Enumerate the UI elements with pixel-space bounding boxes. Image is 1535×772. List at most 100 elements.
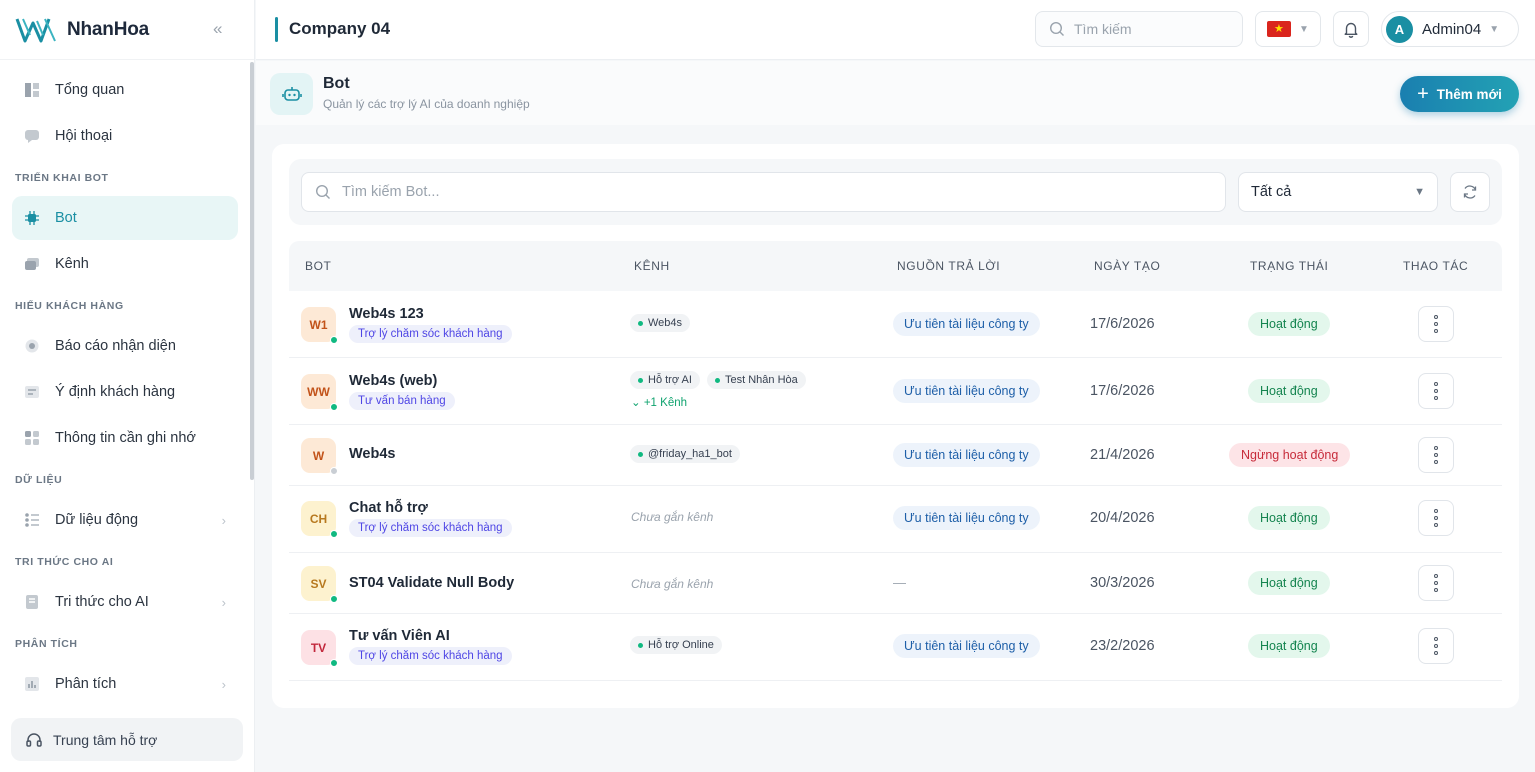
kebab-dot-icon — [1434, 329, 1438, 333]
bot-avatar: SV — [301, 566, 338, 603]
row-actions-button[interactable] — [1418, 306, 1454, 342]
bot-name[interactable]: Web4s (web) — [349, 373, 437, 389]
column-header-bot: BOT — [305, 259, 332, 273]
status-badge: Hoạt động — [1248, 312, 1330, 336]
bot-initials: W — [312, 448, 325, 463]
bot-initials: W1 — [309, 317, 328, 332]
double-chevron-left-icon[interactable]: « — [213, 19, 222, 39]
bot-initials: CH — [309, 511, 328, 526]
channel-chip: @friday_ha1_bot — [630, 445, 740, 463]
sidebar-nav: Tổng quan Hội thoại TRIỂN KHAI BOT Bot K… — [0, 68, 250, 708]
created-date: 30/3/2026 — [1090, 575, 1155, 591]
table-row[interactable]: SV ST04 Validate Null Body Chưa gắn kênh… — [289, 553, 1502, 614]
user-menu[interactable]: A Admin04 ▼ — [1381, 11, 1519, 47]
chevron-right-icon: › — [221, 512, 226, 528]
sidebar-item-kenh[interactable]: Kênh — [12, 242, 238, 286]
channel-status-dot — [638, 320, 643, 326]
support-center-button[interactable]: Trung tâm hỗ trợ — [11, 718, 243, 761]
bot-avatar: TV — [301, 630, 338, 667]
sidebar-item-label: Dữ liệu động — [55, 512, 139, 528]
global-search-input[interactable]: Tìm kiếm — [1035, 11, 1243, 47]
more-channels-toggle[interactable]: ⌄ +1 Kênh — [631, 395, 687, 409]
user-name: Admin04 — [1422, 20, 1482, 38]
bot-name[interactable]: Web4s 123 — [349, 306, 424, 322]
bot-search-input[interactable]: Tìm kiếm Bot... — [301, 172, 1226, 212]
sidebar-item-bot[interactable]: Bot — [12, 196, 238, 240]
row-actions-button[interactable] — [1418, 565, 1454, 601]
no-source-dash: — — [893, 575, 906, 590]
chevron-right-icon: › — [221, 676, 226, 692]
page-header: Bot Quản lý các trợ lý AI của doanh nghi… — [256, 61, 1535, 125]
headset-icon — [26, 732, 42, 747]
table-row[interactable]: W1 Web4s 123 Trợ lý chăm sóc khách hàng … — [289, 291, 1502, 358]
bot-name[interactable]: Chat hỗ trợ — [349, 500, 428, 516]
channel-chip: Web4s — [630, 314, 691, 332]
created-date: 20/4/2026 — [1090, 510, 1155, 526]
column-header-nguon: NGUỒN TRẢ LỜI — [897, 259, 1001, 273]
sidebar-item-tri-thuc-cho-ai[interactable]: Tri thức cho AI › — [12, 580, 238, 624]
status-filter-select[interactable]: Tất cả ▼ — [1238, 172, 1438, 212]
notification-button[interactable] — [1333, 11, 1369, 47]
table-row[interactable]: W Web4s @friday_ha1_bot Ưu tiên tài liệu… — [289, 425, 1502, 486]
channel-label: Web4s — [648, 317, 683, 329]
channel-icon — [24, 256, 40, 272]
vietnam-flag-icon — [1267, 21, 1291, 37]
add-new-button[interactable]: + Thêm mới — [1400, 76, 1519, 112]
sidebar-item-label: Tổng quan — [55, 82, 125, 98]
sidebar-item-label: Báo cáo nhận diện — [55, 338, 176, 354]
bot-list-card: Tìm kiếm Bot... Tất cả ▼ BOT KÊNH NGUỒN … — [272, 144, 1519, 708]
plus-icon: + — [1417, 83, 1429, 105]
sidebar-item-label: Tri thức cho AI — [55, 594, 149, 610]
bot-avatar: CH — [301, 501, 338, 538]
answer-source-badge: Ưu tiên tài liệu công ty — [893, 443, 1040, 467]
kebab-dot-icon — [1434, 446, 1438, 450]
grid-icon — [24, 430, 40, 446]
sidebar-item-hoi-thoai[interactable]: Hội thoại — [12, 114, 238, 158]
kebab-dot-icon — [1434, 637, 1438, 641]
no-channel-text: Chưa gắn kênh — [631, 577, 714, 591]
sidebar-scrollbar[interactable] — [250, 62, 254, 480]
answer-source-badge: Ưu tiên tài liệu công ty — [893, 634, 1040, 658]
sidebar-item-bao-cao-nhan-dien[interactable]: Báo cáo nhận diện — [12, 324, 238, 368]
sidebar-item-label: Hội thoại — [55, 128, 113, 144]
row-actions-button[interactable] — [1418, 628, 1454, 664]
table-row[interactable]: TV Tư vấn Viên AI Trợ lý chăm sóc khách … — [289, 614, 1502, 681]
bot-name[interactable]: Tư vấn Viên AI — [349, 628, 450, 644]
sidebar-item-thong-tin-can-ghi-nho[interactable]: Thông tin cần ghi nhớ — [12, 416, 238, 460]
bot-avatar: WW — [301, 374, 338, 411]
kebab-dot-icon — [1434, 322, 1438, 326]
section-title: PHÂN TÍCH — [15, 638, 78, 650]
status-badge: Hoạt động — [1248, 571, 1330, 595]
search-icon — [315, 184, 330, 199]
sidebar-item-label: Bot — [55, 210, 77, 226]
language-select[interactable]: ▼ — [1255, 11, 1321, 47]
table-row[interactable]: WW Web4s (web) Tư vấn bán hàng Hỗ trợ AI… — [289, 358, 1502, 425]
status-badge: Hoạt động — [1248, 634, 1330, 658]
column-header-kenh: KÊNH — [634, 259, 670, 273]
created-date: 17/6/2026 — [1090, 383, 1155, 399]
kebab-dot-icon — [1434, 460, 1438, 464]
kebab-dot-icon — [1434, 382, 1438, 386]
sidebar: NhanHoa « Tổng quan Hội thoại TRIỂN KHAI… — [0, 0, 255, 772]
brand[interactable]: NhanHoa « — [0, 0, 254, 60]
section-title: DỮ LIỆU — [15, 474, 63, 486]
bot-role-tag: Tư vấn bán hàng — [349, 392, 455, 410]
row-actions-button[interactable] — [1418, 500, 1454, 536]
row-actions-button[interactable] — [1418, 437, 1454, 473]
chevron-down-icon: ▼ — [1414, 186, 1425, 198]
row-actions-button[interactable] — [1418, 373, 1454, 409]
kebab-dot-icon — [1434, 651, 1438, 655]
table-row[interactable]: CH Chat hỗ trợ Trợ lý chăm sóc khách hàn… — [289, 486, 1502, 553]
sidebar-item-tong-quan[interactable]: Tổng quan — [12, 68, 238, 112]
table-header: BOT KÊNH NGUỒN TRẢ LỜI NGÀY TẠO TRẠNG TH… — [289, 241, 1502, 291]
bot-name[interactable]: Web4s — [349, 446, 395, 462]
sidebar-item-phan-tich[interactable]: Phân tích › — [12, 662, 238, 706]
kebab-dot-icon — [1434, 315, 1438, 319]
channel-chip: Hỗ trợ Online — [630, 636, 722, 654]
created-date: 17/6/2026 — [1090, 316, 1155, 332]
bot-role-tag: Trợ lý chăm sóc khách hàng — [349, 325, 512, 343]
bot-name[interactable]: ST04 Validate Null Body — [349, 575, 514, 591]
sidebar-item-y-dinh-khach-hang[interactable]: Ý định khách hàng — [12, 370, 238, 414]
sidebar-item-du-lieu-dong[interactable]: Dữ liệu động › — [12, 498, 238, 542]
refresh-button[interactable] — [1450, 172, 1490, 212]
